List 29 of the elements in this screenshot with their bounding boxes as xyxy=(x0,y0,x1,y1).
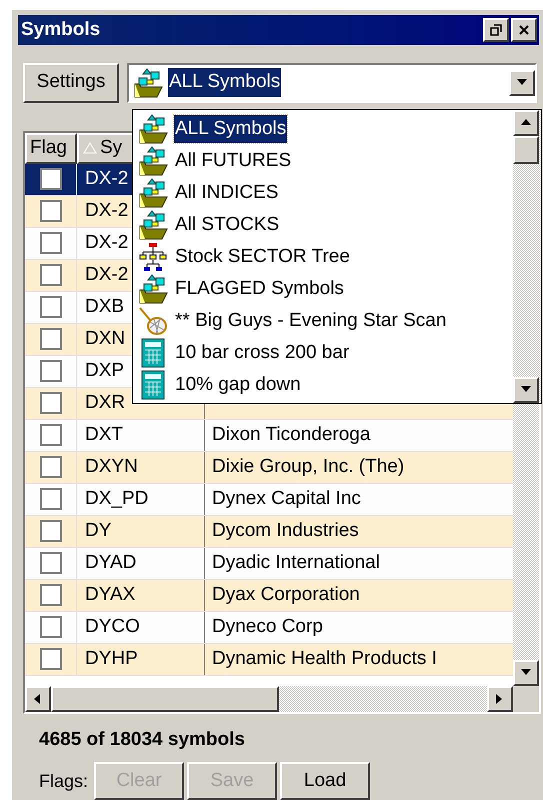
symbol-cell-text: DYAD xyxy=(85,550,136,575)
symbol-cell-text: DYCO xyxy=(85,614,140,639)
combo-value: ALL Symbols xyxy=(168,68,282,97)
symbol-cell-text: DY xyxy=(85,518,112,543)
symbol-cell-text: DXR xyxy=(85,390,126,415)
name-cell-text: Dixon Ticonderoga xyxy=(212,422,370,447)
name-cell-text: Dyneco Corp xyxy=(212,614,323,639)
window-title: Symbols xyxy=(21,18,100,42)
symbol-cell-text: DXYN xyxy=(85,454,138,479)
symbol-cell-text: DYAX xyxy=(85,582,136,607)
flags-label: Flags: xyxy=(39,770,88,793)
symbol-cell-text: DXT xyxy=(85,422,123,447)
name-cell-text: Dynex Capital Inc xyxy=(212,486,361,511)
symbol-cell-text: DX-2 xyxy=(85,230,128,255)
name-cell-text: Dyax Corporation xyxy=(212,582,360,607)
name-cell-text: Dyadic International xyxy=(212,550,380,575)
symbol-cell-text: DX-2 xyxy=(85,166,128,191)
name-cell-text: Dynamic Health Products I xyxy=(212,646,437,671)
symbol-cell-text: DX-2 xyxy=(85,198,128,223)
symbol-cell-text: DX_PD xyxy=(85,486,148,511)
symbol-cell-text: DYHP xyxy=(85,646,138,671)
symbol-cell-text: DX-2 xyxy=(85,262,128,287)
column-label: Sy xyxy=(100,136,122,160)
name-cell-text: Dycom Industries xyxy=(212,518,359,543)
symbol-cell-text: DXP xyxy=(85,358,124,383)
name-cell-text: Dixie Group, Inc. (The) xyxy=(212,454,404,479)
symbol-cell-text: DXB xyxy=(85,294,124,319)
symbol-count: 4685 of 18034 symbols xyxy=(39,728,246,752)
symbol-cell-text: DXN xyxy=(85,326,126,351)
